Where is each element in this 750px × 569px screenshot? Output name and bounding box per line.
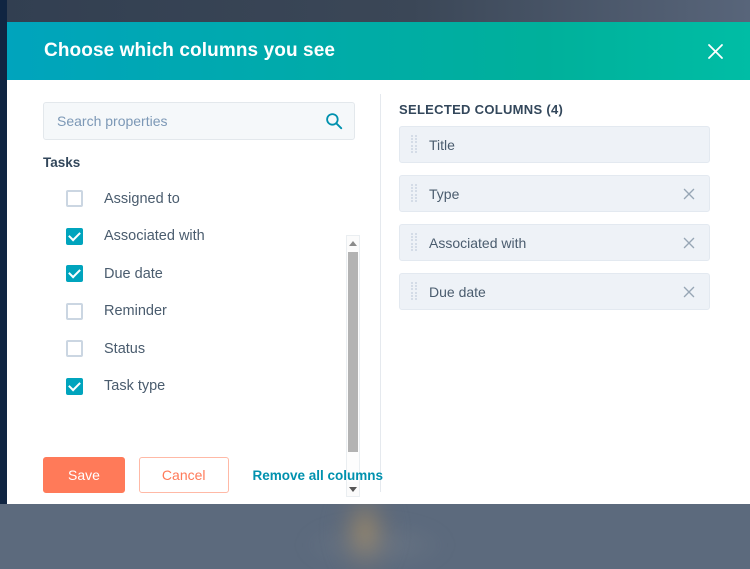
left-nav-rail xyxy=(0,0,7,504)
checkbox-checked-icon[interactable] xyxy=(66,377,83,395)
choose-columns-modal: Choose which columns you see Tasks xyxy=(7,22,750,504)
search-input[interactable] xyxy=(43,102,355,140)
property-row-due-date[interactable]: Due date xyxy=(43,255,343,293)
property-label: Due date xyxy=(104,265,163,282)
background-top-bar xyxy=(0,0,750,22)
search-properties-field xyxy=(43,102,355,140)
cancel-button[interactable]: Cancel xyxy=(138,457,229,493)
selected-column-label: Associated with xyxy=(429,234,527,251)
selected-column-associated-with[interactable]: Associated with xyxy=(399,224,710,261)
property-label: Reminder xyxy=(104,303,167,320)
remove-icon[interactable] xyxy=(683,187,697,201)
property-label: Assigned to xyxy=(104,190,180,207)
drag-handle-icon[interactable] xyxy=(411,183,417,204)
property-row-task-type[interactable]: Task type xyxy=(43,368,343,406)
chevron-up-icon[interactable] xyxy=(347,236,359,250)
property-row-assigned-to[interactable]: Assigned to xyxy=(43,180,343,218)
properties-pane: Tasks Assigned to Associated with Due da… xyxy=(7,80,374,504)
modal-body: Tasks Assigned to Associated with Due da… xyxy=(7,80,750,504)
selected-column-title[interactable]: Title xyxy=(399,126,710,163)
checkbox-unchecked-icon[interactable] xyxy=(66,190,83,208)
property-row-associated-with[interactable]: Associated with xyxy=(43,218,343,256)
drag-handle-icon[interactable] xyxy=(411,134,417,155)
save-button[interactable]: Save xyxy=(43,457,125,493)
property-label: Task type xyxy=(104,378,166,395)
modal-title: Choose which columns you see xyxy=(44,40,336,61)
property-row-reminder[interactable]: Reminder xyxy=(43,293,343,331)
checkbox-unchecked-icon[interactable] xyxy=(66,340,83,358)
drag-handle-icon[interactable] xyxy=(411,281,417,302)
selected-column-type[interactable]: Type xyxy=(399,175,710,212)
drag-handle-icon[interactable] xyxy=(411,232,417,253)
selected-columns-pane: SELECTED COLUMNS (4) Title Type Associat… xyxy=(399,80,719,504)
property-group-label: Tasks xyxy=(43,155,81,170)
selected-column-label: Due date xyxy=(429,283,486,300)
selected-columns-heading: SELECTED COLUMNS (4) xyxy=(399,102,564,117)
checkbox-checked-icon[interactable] xyxy=(66,265,83,283)
remove-icon[interactable] xyxy=(683,285,697,299)
modal-footer: Save Cancel Remove all columns xyxy=(43,446,383,504)
selected-column-label: Title xyxy=(429,136,455,153)
remove-icon[interactable] xyxy=(683,236,697,250)
background-blur-shape xyxy=(330,495,400,569)
scrollbar-thumb[interactable] xyxy=(348,252,358,452)
checkbox-checked-icon[interactable] xyxy=(66,227,83,245)
pane-divider xyxy=(380,94,381,492)
property-label: Associated with xyxy=(104,228,205,245)
property-row-status[interactable]: Status xyxy=(43,330,343,368)
property-label: Status xyxy=(104,340,146,357)
remove-all-columns-link[interactable]: Remove all columns xyxy=(253,468,384,483)
selected-columns-list: Title Type Associated with Due date xyxy=(399,126,710,322)
selected-column-due-date[interactable]: Due date xyxy=(399,273,710,310)
checkbox-unchecked-icon[interactable] xyxy=(66,302,83,320)
modal-header: Choose which columns you see xyxy=(7,22,750,80)
selected-column-label: Type xyxy=(429,185,460,202)
close-icon[interactable] xyxy=(702,38,728,64)
